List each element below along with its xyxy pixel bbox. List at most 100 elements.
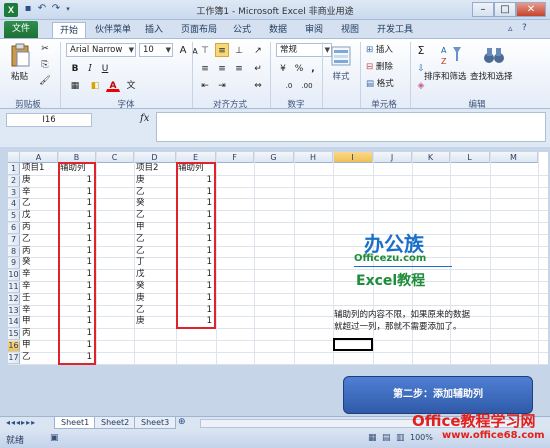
tab-insert[interactable]: 插入 [138, 22, 170, 38]
copy-icon[interactable]: ⎘ [38, 57, 52, 71]
row-header[interactable]: 3 [8, 186, 20, 199]
row-header[interactable]: 10 [8, 269, 20, 281]
percent-button[interactable]: % [292, 61, 306, 75]
cell-d5[interactable]: 乙 [136, 210, 172, 221]
font-name-combo[interactable]: Arial Narrow ▼ [66, 43, 136, 57]
column-header[interactable]: K [412, 152, 450, 163]
font-size-combo[interactable]: 10 ▼ [139, 43, 173, 57]
align-center-icon[interactable]: ≡ [215, 61, 229, 75]
increase-indent-icon[interactable]: ⇥ [215, 78, 229, 92]
sheet-nav-arrows-icon[interactable]: ◂◂◂▸▸▸ [6, 418, 36, 427]
row-header[interactable]: 5 [8, 210, 20, 222]
increase-decimal-icon[interactable]: .0 [282, 78, 296, 92]
column-header[interactable]: D [134, 152, 176, 163]
macro-record-icon[interactable]: ▣ [50, 433, 59, 443]
column-header[interactable]: L [450, 152, 490, 163]
cell-a13[interactable]: 辛 [22, 305, 54, 316]
select-all-corner[interactable] [8, 152, 20, 163]
cell-d1[interactable]: 项目2 [136, 163, 172, 174]
row-header[interactable]: 6 [8, 222, 20, 234]
row-header[interactable]: 9 [8, 257, 20, 270]
worksheet-grid[interactable]: ABCDEFGHIJKLM 1 2 3 4 5 6 7 8 9 10 11 12 13 14 15 16 17 … [8, 152, 548, 365]
row-header[interactable]: 7 [8, 233, 20, 246]
tab-formulas[interactable]: 公式 [226, 22, 258, 38]
cell-d9[interactable]: 丁 [136, 257, 172, 268]
bold-button[interactable]: B [68, 61, 82, 75]
minimize-button[interactable]: – [472, 2, 494, 17]
cell-a11[interactable]: 辛 [22, 281, 54, 292]
column-header[interactable]: M [490, 152, 538, 163]
underline-button[interactable]: U [98, 61, 112, 75]
cell-d7[interactable]: 乙 [136, 234, 172, 245]
sort-filter-button[interactable]: 排序和筛选 [424, 70, 467, 82]
align-right-icon[interactable]: ≡ [232, 61, 246, 75]
paste-button[interactable]: 粘贴 [11, 70, 28, 82]
row-header[interactable]: 8 [8, 245, 20, 258]
currency-button[interactable]: ¥ [276, 61, 290, 75]
active-cell-cursor[interactable] [333, 338, 373, 351]
autosum-button[interactable]: Σ [414, 43, 428, 57]
cell-a14[interactable]: 甲 [22, 316, 54, 327]
row-header[interactable]: 2 [8, 174, 20, 187]
insert-cells-button[interactable]: ⊞ 插入 [366, 43, 393, 55]
view-page-layout-icon[interactable]: ▤ [382, 433, 391, 443]
comma-button[interactable]: , [306, 61, 320, 75]
cell-a5[interactable]: 戊 [22, 210, 54, 221]
decrease-decimal-icon[interactable]: .00 [300, 78, 314, 92]
column-header[interactable]: C [96, 152, 134, 163]
row-header[interactable]: 15 [8, 328, 20, 340]
row-header[interactable]: 13 [8, 304, 20, 317]
column-header[interactable]: G [254, 152, 294, 163]
row-header[interactable]: 12 [8, 292, 20, 305]
orientation-icon[interactable]: ↗ [251, 43, 265, 57]
column-header[interactable]: J [373, 152, 412, 163]
styles-icon[interactable] [330, 45, 352, 67]
cell-d6[interactable]: 甲 [136, 222, 172, 233]
tab-partner-menu[interactable]: 伙伴菜单 [88, 22, 138, 38]
row-header[interactable]: 1 [8, 163, 20, 175]
cell-a2[interactable]: 庚 [22, 175, 54, 186]
sheet-tab-2[interactable]: Sheet2 [94, 417, 137, 429]
sheet-tab-3[interactable]: Sheet3 [134, 417, 177, 429]
align-left-icon[interactable]: ≡ [198, 61, 212, 75]
cell-d14[interactable]: 庚 [136, 316, 172, 327]
insert-sheet-icon[interactable]: ⊕ [178, 417, 186, 427]
cell-a16[interactable]: 甲 [22, 340, 54, 351]
cell-a17[interactable]: 乙 [22, 352, 54, 363]
format-cells-button[interactable]: ▤ 格式 [366, 77, 394, 89]
help-icon[interactable]: ? [522, 23, 527, 33]
sort-filter-icon[interactable]: AZ [440, 43, 464, 67]
tab-page-layout[interactable]: 页面布局 [174, 22, 224, 38]
number-format-combo[interactable]: 常规 ▼ [276, 43, 332, 57]
binoculars-icon[interactable] [482, 43, 506, 67]
row-header[interactable]: 16 [8, 340, 20, 352]
cell-d4[interactable]: 癸 [136, 198, 172, 209]
cell-d10[interactable]: 戊 [136, 269, 172, 280]
cell-d3[interactable]: 乙 [136, 187, 172, 198]
row-header[interactable]: 4 [8, 198, 20, 211]
borders-icon[interactable]: ▦ [68, 78, 82, 92]
insert-function-button[interactable]: fx [140, 113, 149, 124]
find-select-button[interactable]: 查找和选择 [470, 70, 513, 82]
tab-view[interactable]: 视图 [334, 22, 366, 38]
cell-a4[interactable]: 乙 [22, 198, 54, 209]
column-header[interactable]: A [20, 152, 58, 163]
font-color-button[interactable]: A [106, 78, 120, 92]
cell-a1[interactable]: 项目1 [22, 163, 54, 174]
cell-d13[interactable]: 乙 [136, 305, 172, 316]
name-box[interactable]: I16 [6, 113, 92, 127]
wrap-text-icon[interactable]: ↵ [251, 61, 265, 75]
zoom-level[interactable]: 100% [410, 433, 433, 442]
ribbon-minimize-icon[interactable]: ▵ [508, 24, 513, 34]
cell-a15[interactable]: 丙 [22, 328, 54, 339]
cell-d11[interactable]: 癸 [136, 281, 172, 292]
close-button[interactable]: ✕ [516, 2, 546, 17]
row-header[interactable]: 14 [8, 316, 20, 329]
align-middle-icon[interactable]: ≡ [215, 43, 229, 57]
align-top-icon[interactable]: ⊤ [198, 43, 212, 57]
cell-d8[interactable]: 乙 [136, 246, 172, 257]
view-page-break-icon[interactable]: ▥ [396, 433, 405, 443]
row-header[interactable]: 11 [8, 281, 20, 293]
tab-data[interactable]: 数据 [262, 22, 294, 38]
cut-icon[interactable]: ✂ [38, 41, 52, 55]
